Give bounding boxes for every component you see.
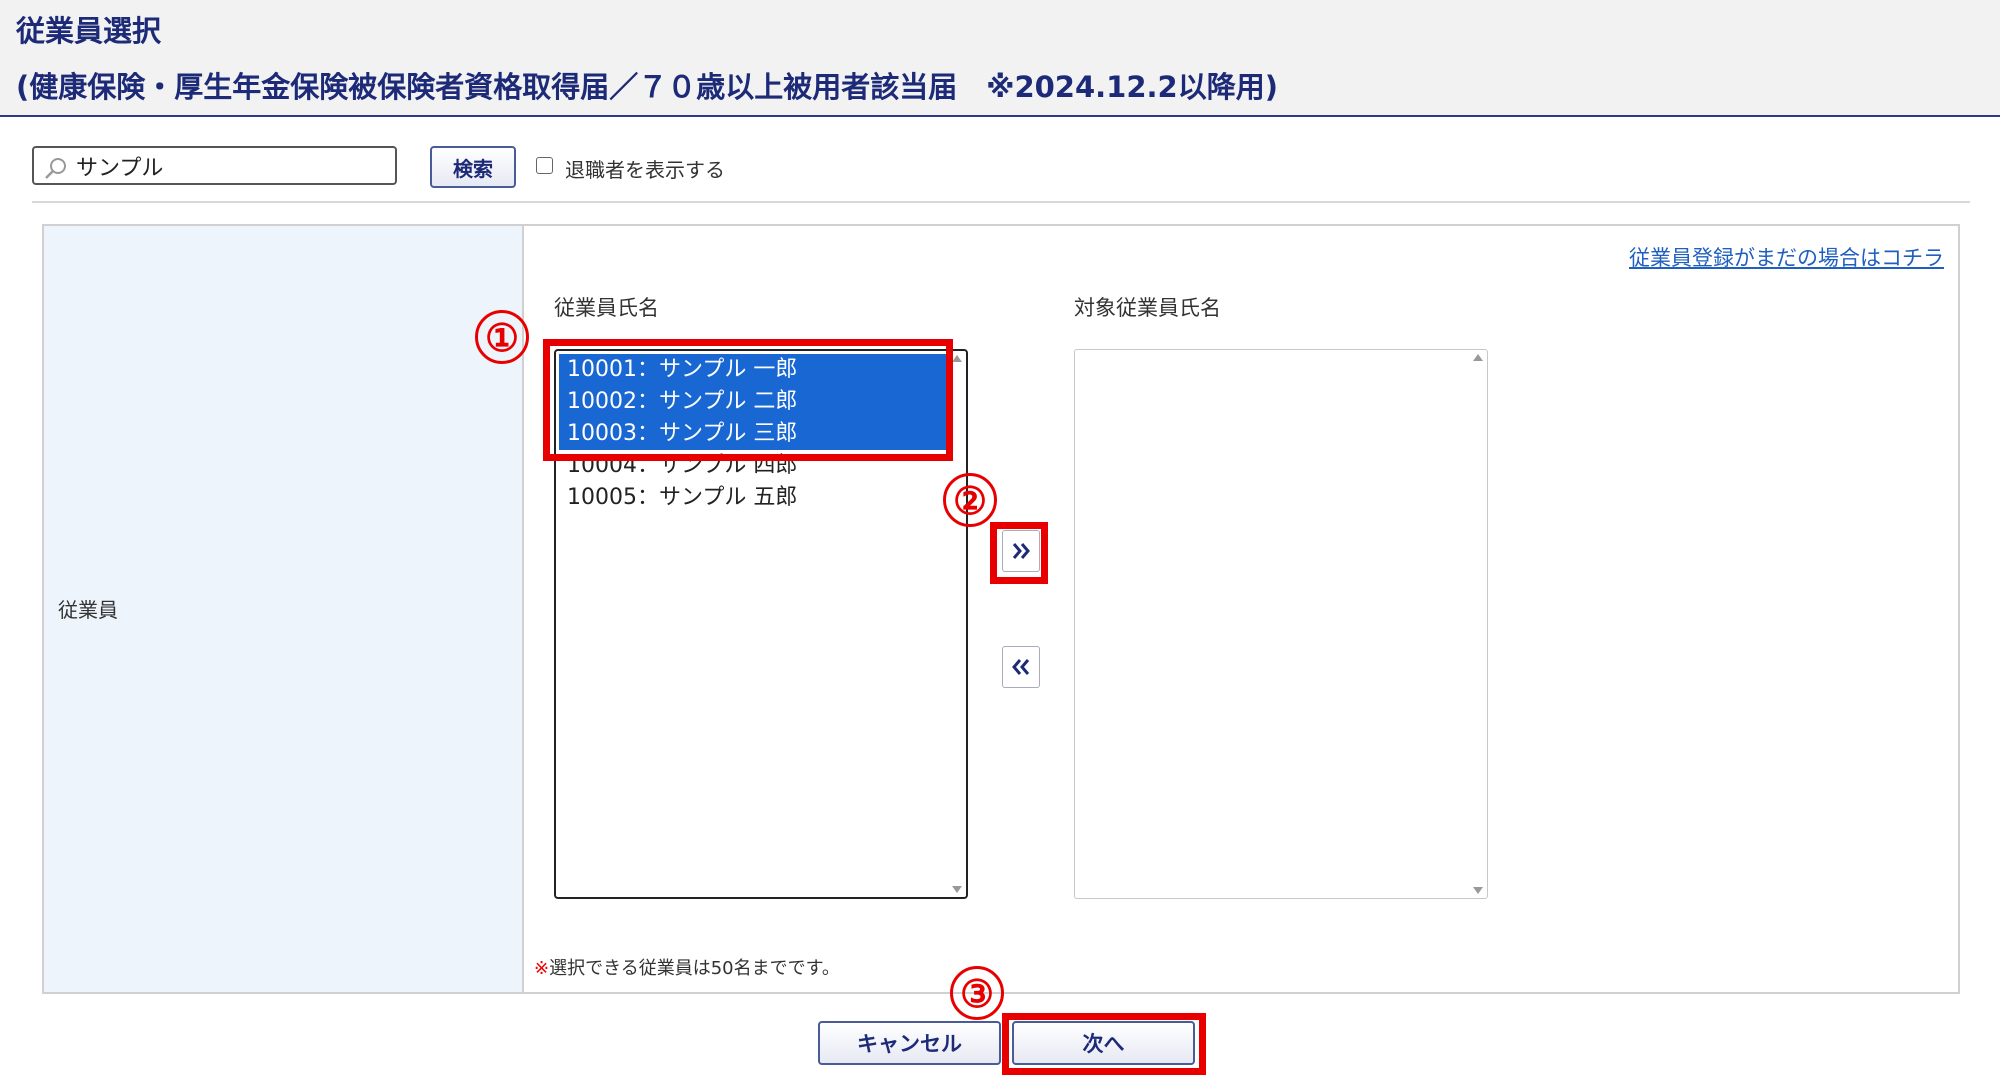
annotation-box-3 [1002, 1013, 1206, 1075]
row-label-cell: 従業員 [44, 226, 524, 992]
show-retired-label: 退職者を表示する [565, 158, 725, 182]
note-text: 選択できる従業員は50名までです。 [549, 958, 840, 979]
scroll-up-icon[interactable] [952, 355, 962, 362]
scroll-down-icon[interactable] [952, 886, 962, 893]
employee-list-label: 従業員氏名 [554, 296, 659, 320]
page-header: 従業員選択 (健康保険・厚生年金保険被保険者資格取得届／７０歳以上被用者該当届 … [0, 0, 2000, 117]
target-employee-listbox[interactable] [1074, 349, 1488, 899]
search-icon [45, 158, 66, 179]
note-mark: ※ [534, 958, 550, 979]
divider [32, 201, 1970, 203]
double-chevron-left-icon [1012, 659, 1030, 675]
register-employee-link[interactable]: 従業員登録がまだの場合はコチラ [1629, 242, 1944, 272]
scroll-up-icon[interactable] [1473, 354, 1483, 361]
search-field[interactable] [32, 146, 397, 185]
list-item[interactable]: 10005：サンプル 五郎 [559, 482, 952, 514]
target-list-label: 対象従業員氏名 [1074, 296, 1221, 320]
page-subtitle: (健康保険・厚生年金保険被保険者資格取得届／７０歳以上被用者該当届 ※2024.… [16, 70, 1278, 104]
remove-employee-button[interactable] [1002, 646, 1040, 688]
cancel-button[interactable]: キャンセル [818, 1021, 1001, 1065]
employee-form: 従業員 従業員登録がまだの場合はコチラ 従業員氏名 対象従業員氏名 10001：… [42, 224, 1960, 994]
scroll-down-icon[interactable] [1473, 887, 1483, 894]
row-label: 従業員 [58, 598, 118, 622]
search-input[interactable] [76, 152, 386, 180]
page-title: 従業員選択 [16, 14, 162, 48]
annotation-number-1: ① [475, 310, 529, 364]
annotation-box-1 [543, 339, 953, 461]
annotation-number-3: ③ [950, 966, 1004, 1020]
search-button[interactable]: 検索 [430, 146, 516, 188]
annotation-number-2: ② [943, 473, 997, 527]
selection-limit-note: ※選択できる従業員は50名までです。 [534, 954, 840, 980]
annotation-box-2 [990, 522, 1048, 584]
show-retired-checkbox[interactable] [536, 157, 553, 174]
